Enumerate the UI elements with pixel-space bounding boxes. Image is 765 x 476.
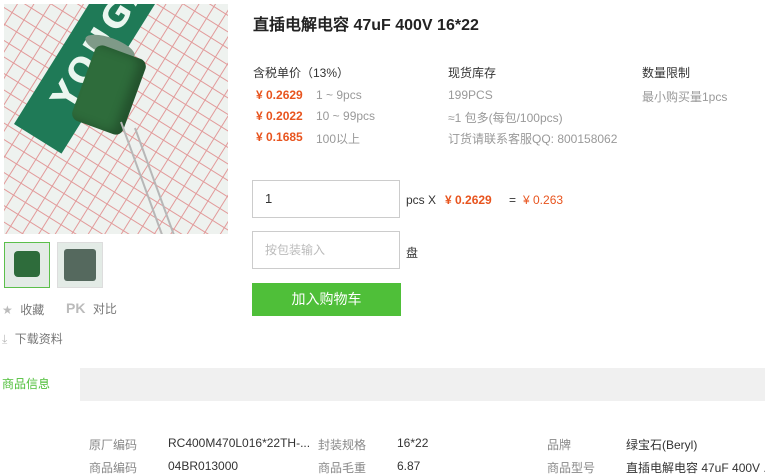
spec-label: 商品毛重 — [318, 461, 367, 475]
pk-badge: PK — [66, 300, 86, 316]
spec-label: 商品型号 — [547, 461, 596, 475]
limit-header: 数量限制 — [642, 66, 691, 80]
range-tier-2: 10 ~ 99pcs — [316, 109, 376, 123]
spec-value: 16*22 — [397, 436, 429, 450]
compare-button[interactable]: PK 对比 — [66, 300, 117, 318]
spec-label: 商品编码 — [89, 461, 138, 475]
range-tier-3: 100以上 — [316, 132, 361, 146]
compare-label: 对比 — [92, 302, 117, 316]
price-tier-3: ¥ 0.1685 — [256, 130, 303, 144]
spec-label: 原厂编码 — [89, 438, 138, 452]
spec-label: 封装规格 — [318, 438, 367, 452]
qty-unit: pcs X — [406, 193, 437, 207]
stock-qty: 199PCS — [448, 88, 493, 102]
download-button[interactable]: ⤓ 下载资料 — [2, 330, 63, 348]
page-title: 直插电解电容 47uF 400V 16*22 — [253, 17, 479, 34]
stock-contact: 订货请联系客服QQ: 800158062 — [448, 132, 618, 146]
spec-value: 04BR013000 — [168, 459, 239, 473]
spec-value: 直插电解电容 47uF 400V ... — [626, 461, 765, 475]
download-icon: ⤓ — [2, 332, 8, 346]
product-main-image: YOUGANW.COM — [4, 4, 228, 234]
pack-unit: 盘 — [406, 246, 419, 260]
pack-input[interactable]: 按包装输入 — [252, 231, 400, 269]
quantity-input[interactable]: 1 — [252, 180, 400, 218]
price-header: 含税单价（13%） — [253, 66, 350, 80]
tab-bar — [0, 368, 765, 401]
tab-product-info[interactable]: 商品信息 — [0, 368, 80, 401]
price-tier-2: ¥ 0.2022 — [256, 109, 303, 123]
spec-value: 绿宝石(Beryl) — [626, 438, 698, 452]
equals-sign: = — [509, 193, 517, 207]
stock-pack: ≈1 包多(每包/100pcs) — [448, 111, 563, 125]
range-tier-1: 1 ~ 9pcs — [316, 88, 362, 102]
stock-header: 现货库存 — [448, 66, 497, 80]
favorite-button[interactable]: ★ 收藏 — [2, 301, 44, 319]
favorite-label: 收藏 — [20, 303, 45, 317]
spec-value: RC400M470L016*22TH-... — [168, 436, 311, 450]
spec-value: 6.87 — [397, 459, 421, 473]
thumbnail-2[interactable] — [57, 242, 103, 288]
add-to-cart-button[interactable]: 加入购物车 — [252, 283, 401, 316]
limit-min: 最小购买量1pcs — [642, 90, 728, 104]
thumbnail-1[interactable] — [4, 242, 50, 288]
total-price: ¥ 0.263 — [523, 193, 564, 207]
download-label: 下载资料 — [14, 332, 63, 346]
unit-price: ¥ 0.2629 — [445, 193, 492, 207]
price-tier-1: ¥ 0.2629 — [256, 88, 303, 102]
spec-label: 品牌 — [547, 438, 572, 452]
star-icon: ★ — [2, 303, 13, 317]
